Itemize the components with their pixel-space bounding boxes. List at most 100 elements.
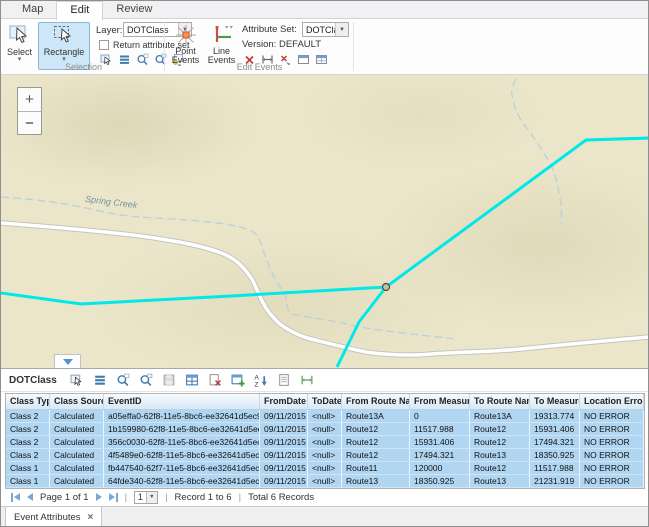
- record-range-status: Record 1 to 6: [175, 492, 232, 503]
- table-row[interactable]: Class 2Calculated4f5489e0-62f8-11e5-8bc6…: [6, 449, 644, 462]
- table-cell: Calculated: [50, 475, 104, 487]
- zoom-to-selected-icon[interactable]: [116, 373, 130, 387]
- table-cell: Class 1: [6, 475, 50, 487]
- collapse-arrow-icon: [63, 359, 73, 365]
- event-attributes-panel: DOTClass: [1, 368, 649, 527]
- edit-events-group-label: Edit Events: [197, 62, 322, 72]
- table-body: Class 2Calculateda05effa0-62f8-11e5-8bc6…: [6, 410, 644, 488]
- tab-review[interactable]: Review: [103, 1, 165, 18]
- ribbon: Select ▾ Rectangle ▾ Layer: DOTClass ▼ R…: [1, 19, 648, 75]
- table-cell: <null>: [308, 475, 342, 487]
- panel-collapse-button[interactable]: [54, 354, 81, 368]
- last-page-button[interactable]: [109, 493, 118, 502]
- previous-page-button[interactable]: [27, 493, 33, 501]
- route-event-northeast[interactable]: [386, 138, 649, 287]
- table-cell: 19313.774: [530, 410, 580, 422]
- version-label: Version: DEFAULT: [242, 39, 321, 50]
- table-cell: Route13: [470, 475, 530, 487]
- route-event-west[interactable]: [1, 287, 386, 304]
- table-cell: 17494.321: [530, 436, 580, 448]
- table-cell: Route13A: [470, 410, 530, 422]
- page-number-value: 1: [135, 492, 146, 502]
- first-page-button[interactable]: [11, 493, 20, 502]
- next-page-button[interactable]: [96, 493, 102, 501]
- table-cell: Route13A: [342, 410, 410, 422]
- table-cell: fb447540-62f7-11e5-8bc6-ee32641d5ec9: [104, 462, 260, 474]
- table-cell: a05effa0-62f8-11e5-8bc6-ee32641d5ec9: [104, 410, 260, 422]
- table-icon[interactable]: [185, 373, 199, 387]
- column-header[interactable]: From Route Name: [342, 394, 410, 409]
- table-cell: 17494.321: [410, 449, 470, 461]
- table-cell: 356c0030-62f8-11e5-8bc6-ee32641d5ec9: [104, 436, 260, 448]
- table-cell: Route12: [470, 462, 530, 474]
- column-header[interactable]: To Measure: [530, 394, 580, 409]
- table-cell: Route13: [342, 475, 410, 487]
- page-status: Page 1 of 1: [40, 492, 89, 503]
- selection-group-label: Selection: [21, 62, 146, 72]
- attribute-set-dropdown[interactable]: DOTClass ▼: [302, 22, 349, 37]
- table-row[interactable]: Class 2Calculated1b159980-62f8-11e5-8bc6…: [6, 423, 644, 436]
- table-row[interactable]: Class 2Calculated356c0030-62f8-11e5-8bc6…: [6, 436, 644, 449]
- table-header-row: Class TypeClass SourceEventIDFromDateToD…: [6, 394, 644, 410]
- svg-text:Z: Z: [254, 381, 258, 387]
- add-table-icon[interactable]: [231, 373, 245, 387]
- table-cell: NO ERROR: [580, 410, 644, 422]
- group-divider: [164, 22, 165, 71]
- column-header[interactable]: ToDate: [308, 394, 342, 409]
- table-cell: Route12: [342, 449, 410, 461]
- table-cell: NO ERROR: [580, 462, 644, 474]
- table-cell: Route12: [342, 423, 410, 435]
- table-cell: 11517.988: [530, 462, 580, 474]
- ribbon-tab-bar: Map Edit Review: [1, 1, 648, 19]
- table-cell: 18350.925: [530, 449, 580, 461]
- pan-to-selected-icon[interactable]: [139, 373, 153, 387]
- column-header[interactable]: Class Type: [6, 394, 50, 409]
- table-cell: <null>: [308, 436, 342, 448]
- column-header[interactable]: Location Error: [580, 394, 644, 409]
- table-cell: 09/11/2015: [260, 462, 308, 474]
- table-row[interactable]: Class 1Calculatedfb447540-62f7-11e5-8bc6…: [6, 462, 644, 475]
- column-header[interactable]: From Measure: [410, 394, 470, 409]
- table-cell: 11517.988: [410, 423, 470, 435]
- column-header[interactable]: EventID: [104, 394, 260, 409]
- table-cell: Class 1: [6, 462, 50, 474]
- attribute-set-dropdown-arrow-icon[interactable]: ▼: [335, 23, 348, 36]
- column-header[interactable]: To Route Name: [470, 394, 530, 409]
- map-canvas[interactable]: Spring Creek + −: [1, 75, 649, 368]
- measure-icon[interactable]: [300, 373, 314, 387]
- close-tab-icon[interactable]: ×: [88, 512, 94, 523]
- sort-icon[interactable]: AZ: [254, 373, 268, 387]
- zoom-out-button[interactable]: −: [18, 111, 41, 134]
- table-row[interactable]: Class 1Calculated64fde340-62f8-11e5-8bc6…: [6, 475, 644, 488]
- return-attribute-set-checkbox[interactable]: [99, 40, 109, 50]
- group-divider: [353, 22, 354, 71]
- page-dropdown-arrow-icon[interactable]: ▼: [146, 492, 158, 503]
- table-row[interactable]: Class 2Calculateda05effa0-62f8-11e5-8bc6…: [6, 410, 644, 423]
- page-number-dropdown[interactable]: 1 ▼: [134, 491, 158, 504]
- event-attributes-tab-label: Event Attributes: [14, 512, 81, 523]
- tab-edit[interactable]: Edit: [56, 1, 103, 20]
- column-header[interactable]: FromDate: [260, 394, 308, 409]
- table-cell: 09/11/2015: [260, 449, 308, 461]
- export-selected-icon[interactable]: [208, 373, 222, 387]
- pager-separator: |: [239, 492, 241, 503]
- select-tool-icon[interactable]: [70, 373, 84, 387]
- tab-event-attributes[interactable]: Event Attributes ×: [5, 507, 102, 527]
- attribute-list-icon[interactable]: [93, 373, 107, 387]
- total-records-status: Total 6 Records: [248, 492, 314, 503]
- table-cell: Calculated: [50, 423, 104, 435]
- tab-map[interactable]: Map: [9, 1, 56, 18]
- table-cell: 09/11/2015: [260, 475, 308, 487]
- column-header[interactable]: Class Source: [50, 394, 104, 409]
- table-cell: Class 2: [6, 423, 50, 435]
- save-icon[interactable]: [162, 373, 176, 387]
- pager-separator: |: [125, 492, 127, 503]
- report-page-icon[interactable]: [277, 373, 291, 387]
- table-cell: 15931.406: [410, 436, 470, 448]
- route-junction-marker[interactable]: [383, 284, 390, 291]
- zoom-in-button[interactable]: +: [18, 88, 41, 111]
- select-cursor-icon: [8, 23, 32, 47]
- table-cell: 09/11/2015: [260, 410, 308, 422]
- table-cell: 120000: [410, 462, 470, 474]
- table-cell: Calculated: [50, 449, 104, 461]
